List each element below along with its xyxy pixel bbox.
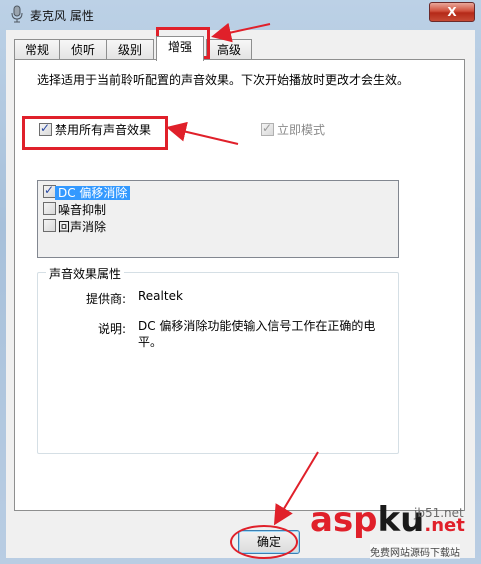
window-frame: 麦克风 属性 X 常规 侦听 级别 增强 高级 选择适用于当前聆听配置的声音效果… [0, 0, 481, 564]
tab-enhancements[interactable]: 增强 [156, 36, 204, 61]
annotation-arrows [166, 22, 319, 526]
arrow-to-tab [211, 22, 271, 43]
watermark-subtitle: 免费网站源码下载站 [370, 544, 460, 559]
watermark-site: jb51.net [414, 506, 464, 520]
arrow-to-checkbox [166, 121, 239, 145]
